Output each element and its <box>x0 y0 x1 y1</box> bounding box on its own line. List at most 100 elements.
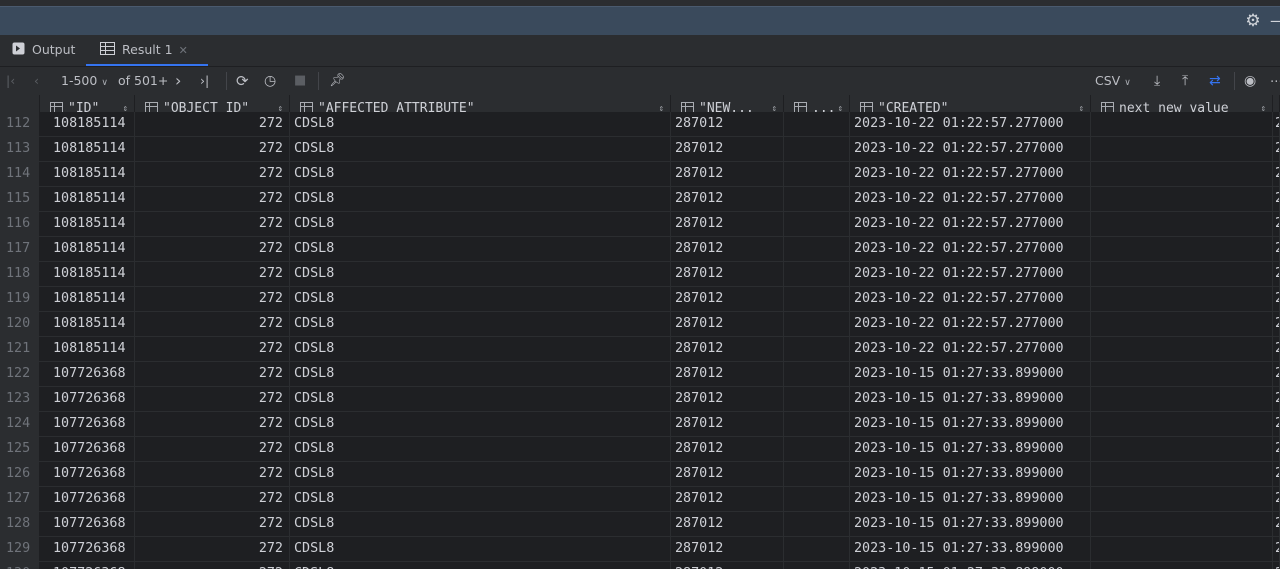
next-new-value-cell[interactable] <box>1091 537 1273 561</box>
created-cell[interactable]: 2023-10-22 01:22:57.277000 <box>850 312 1091 336</box>
object-id-cell[interactable]: 272 <box>135 262 290 286</box>
new-value-cell[interactable]: 287012 <box>671 137 784 161</box>
table-row[interactable]: 120 108185114 272 CDSL8 287012 2023-10-22 01:… <box>0 312 1280 337</box>
object-id-cell[interactable]: 272 <box>135 512 290 536</box>
affected-attribute-cell[interactable]: CDSL8 <box>290 162 671 186</box>
object-id-cell[interactable]: 272 <box>135 112 290 136</box>
next-new-value-cell[interactable] <box>1091 237 1273 261</box>
affected-attribute-cell[interactable]: CDSL8 <box>290 112 671 136</box>
new-value-cell[interactable]: 287012 <box>671 287 784 311</box>
id-cell[interactable]: 107726368 <box>40 562 135 569</box>
new-value-cell[interactable]: 287012 <box>671 462 784 486</box>
row-number-cell[interactable]: 127 <box>0 487 40 511</box>
id-cell[interactable]: 108185114 <box>40 337 135 361</box>
new-value-cell[interactable]: 287012 <box>671 537 784 561</box>
table-row[interactable]: 130107726368272CDSL8287012 2023-10-15 01:… <box>0 562 1280 569</box>
minimize-icon[interactable]: — <box>1270 11 1280 31</box>
created-cell[interactable]: 2023-10-15 01:27:33.899000 <box>850 512 1091 536</box>
collapsed-cell[interactable] <box>784 437 850 461</box>
row-number-cell[interactable]: 119 <box>0 287 40 311</box>
page-range-selector[interactable]: 1-500 ∨ <box>61 71 108 91</box>
id-cell[interactable]: 108185114 <box>40 162 135 186</box>
row-number-cell[interactable]: 123 <box>0 387 40 411</box>
object-id-cell[interactable]: 272 <box>135 412 290 436</box>
id-cell[interactable]: 107726368 <box>40 412 135 436</box>
overflow-cell[interactable]: 2 <box>1273 112 1280 136</box>
affected-attribute-cell[interactable]: CDSL8 <box>290 512 671 536</box>
row-number-cell[interactable]: 121 <box>0 337 40 361</box>
created-cell[interactable]: 2023-10-15 01:27:33.899000 <box>850 487 1091 511</box>
object-id-cell[interactable]: 272 <box>135 387 290 411</box>
affected-attribute-cell[interactable]: CDSL8 <box>290 487 671 511</box>
new-value-cell[interactable]: 287012 <box>671 512 784 536</box>
collapsed-cell[interactable] <box>784 337 850 361</box>
row-number-cell[interactable]: 117 <box>0 237 40 261</box>
affected-attribute-cell[interactable]: CDSL8 <box>290 287 671 311</box>
next-new-value-cell[interactable] <box>1091 412 1273 436</box>
next-new-value-cell[interactable] <box>1091 512 1273 536</box>
overflow-cell[interactable]: 2 <box>1273 337 1280 361</box>
id-cell[interactable]: 108185114 <box>40 312 135 336</box>
row-number-cell[interactable]: 125 <box>0 437 40 461</box>
close-tab-icon[interactable]: ✕ <box>179 44 188 57</box>
table-row[interactable]: 125 107726368 272 CDSL8 287012 2023-10-15 01:… <box>0 437 1280 462</box>
created-cell[interactable]: 2023-10-15 01:27:33.899000 <box>850 387 1091 411</box>
eye-icon[interactable]: ◉ <box>1244 71 1256 91</box>
row-number-cell[interactable]: 113 <box>0 137 40 161</box>
next-new-value-cell[interactable] <box>1091 262 1273 286</box>
table-row[interactable]: 116 108185114 272 CDSL8 287012 2023-10-22 01:… <box>0 212 1280 237</box>
object-id-cell[interactable]: 272 <box>135 162 290 186</box>
created-cell[interactable]: 2023-10-15 01:27:33.899000 <box>850 362 1091 386</box>
overflow-cell[interactable]: 2 <box>1273 387 1280 411</box>
row-number-cell[interactable]: 124 <box>0 412 40 436</box>
collapsed-cell[interactable] <box>784 562 850 569</box>
pin-icon[interactable]: 📌︎ <box>329 71 346 91</box>
collapsed-cell[interactable] <box>784 487 850 511</box>
created-cell[interactable]: 2023-10-22 01:22:57.277000 <box>850 262 1091 286</box>
next-new-value-cell[interactable] <box>1091 462 1273 486</box>
collapsed-cell[interactable] <box>784 162 850 186</box>
table-row[interactable]: 121 108185114 272 CDSL8 287012 2023-10-22 01:… <box>0 337 1280 362</box>
tab-output[interactable]: Output <box>12 35 75 65</box>
affected-attribute-cell[interactable]: CDSL8 <box>290 437 671 461</box>
affected-attribute-cell[interactable]: CDSL8 <box>290 337 671 361</box>
affected-attribute-cell[interactable]: CDSL8 <box>290 137 671 161</box>
created-cell[interactable]: 2023-10-15 01:27:33.899000 <box>850 562 1091 569</box>
object-id-cell[interactable]: 272 <box>135 462 290 486</box>
table-row[interactable]: 115 108185114 272 CDSL8 287012 2023-10-22 01:… <box>0 187 1280 212</box>
id-cell[interactable]: 107726368 <box>40 537 135 561</box>
next-new-value-cell[interactable] <box>1091 212 1273 236</box>
object-id-cell[interactable]: 272 <box>135 287 290 311</box>
id-cell[interactable]: 108185114 <box>40 237 135 261</box>
collapsed-cell[interactable] <box>784 262 850 286</box>
new-value-cell[interactable]: 287012 <box>671 312 784 336</box>
id-cell[interactable]: 108185114 <box>40 212 135 236</box>
new-value-cell[interactable]: 287012 <box>671 162 784 186</box>
affected-attribute-cell[interactable]: CDSL8 <box>290 237 671 261</box>
affected-attribute-cell[interactable]: CDSL8 <box>290 312 671 336</box>
row-number-cell[interactable]: 122 <box>0 362 40 386</box>
object-id-cell[interactable]: 272 <box>135 137 290 161</box>
id-cell[interactable]: 107726368 <box>40 387 135 411</box>
affected-attribute-cell[interactable]: CDSL8 <box>290 537 671 561</box>
first-page-icon[interactable]: |‹ <box>6 71 15 91</box>
overflow-cell[interactable]: 2 <box>1273 512 1280 536</box>
table-row[interactable]: 123 107726368 272 CDSL8 287012 2023-10-15 01:… <box>0 387 1280 412</box>
created-cell[interactable]: 2023-10-15 01:27:33.899000 <box>850 437 1091 461</box>
id-cell[interactable]: 107726368 <box>40 512 135 536</box>
next-new-value-cell[interactable] <box>1091 562 1273 569</box>
id-cell[interactable]: 108185114 <box>40 287 135 311</box>
row-number-cell[interactable]: 118 <box>0 262 40 286</box>
id-cell[interactable]: 108185114 <box>40 187 135 211</box>
overflow-cell[interactable]: 2 <box>1273 137 1280 161</box>
more-icon[interactable]: ⋯ <box>1270 71 1280 91</box>
table-row[interactable]: 118 108185114 272 CDSL8 287012 2023-10-22 01:… <box>0 262 1280 287</box>
affected-attribute-cell[interactable]: CDSL8 <box>290 462 671 486</box>
object-id-cell[interactable]: 272 <box>135 437 290 461</box>
row-number-cell[interactable]: 112 <box>0 112 40 136</box>
overflow-cell[interactable]: 2 <box>1273 362 1280 386</box>
id-cell[interactable]: 107726368 <box>40 487 135 511</box>
overflow-cell[interactable]: 2 <box>1273 437 1280 461</box>
collapsed-cell[interactable] <box>784 512 850 536</box>
new-value-cell[interactable]: 287012 <box>671 437 784 461</box>
